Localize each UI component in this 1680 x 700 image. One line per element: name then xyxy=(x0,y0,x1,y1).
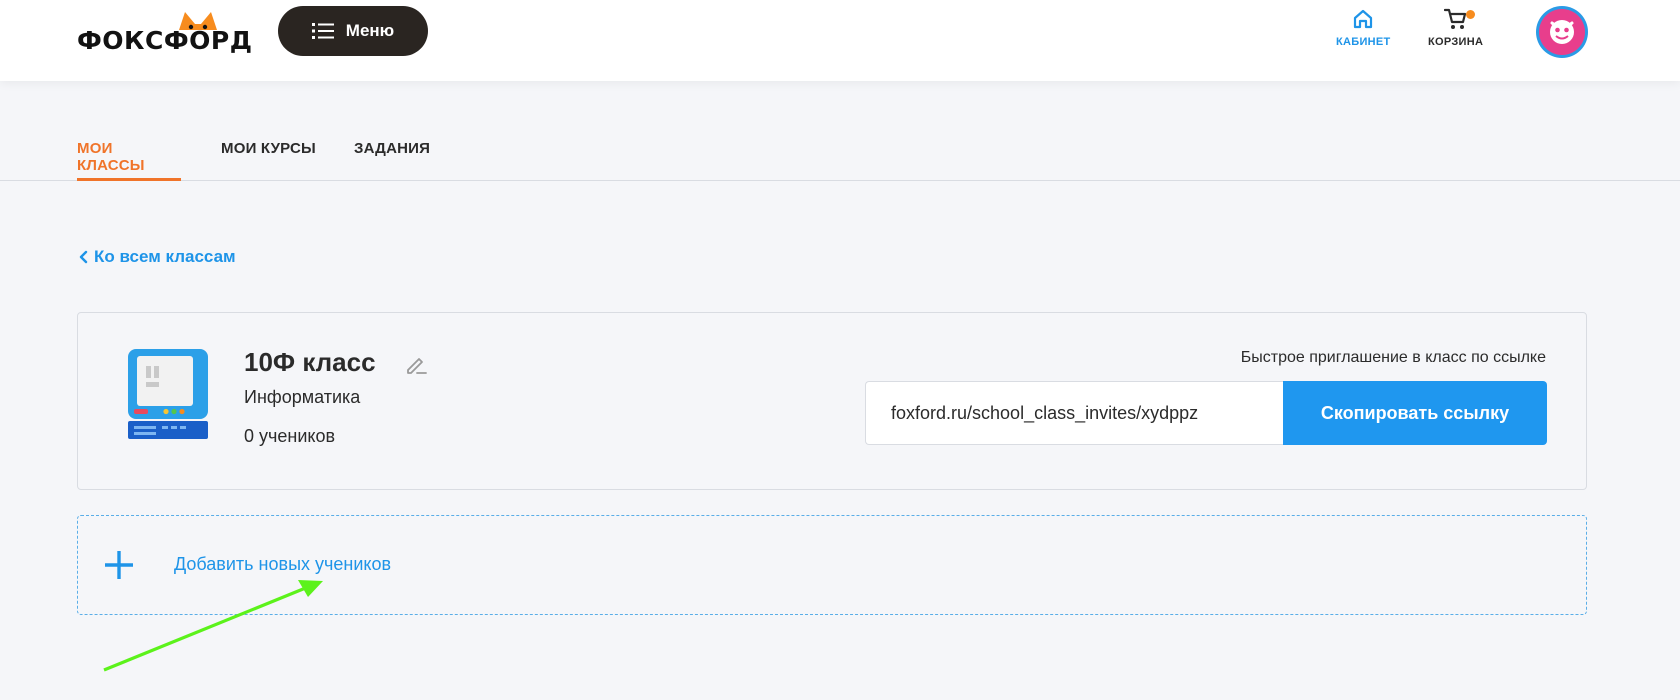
class-title: 10Ф класс xyxy=(244,347,376,377)
avatar-character-icon xyxy=(1550,20,1574,44)
invite-link-input[interactable] xyxy=(865,381,1284,445)
logo-text: ФОКСФОРД xyxy=(77,26,253,55)
chevron-left-icon xyxy=(79,250,88,264)
tab-assignments[interactable]: ЗАДАНИЯ xyxy=(354,140,430,181)
back-to-classes-link[interactable]: Ко всем классам xyxy=(78,247,236,267)
foxford-logo[interactable]: ФОКСФОРД xyxy=(77,10,253,56)
pencil-icon[interactable] xyxy=(405,353,427,375)
plus-icon xyxy=(105,551,133,579)
cart-badge-dot xyxy=(1466,10,1476,19)
copy-link-button[interactable]: Скопировать ссылку xyxy=(1283,381,1547,445)
user-avatar[interactable] xyxy=(1536,6,1588,58)
top-header: ФОКСФОРД Меню КАБИНЕТ КОРЗИНА xyxy=(0,0,1680,81)
cart-icon xyxy=(1443,8,1466,29)
student-count: 0 учеников xyxy=(244,426,336,446)
tab-my-classes[interactable]: МОИ КЛАССЫ xyxy=(77,140,181,181)
nav-cabinet-label: КАБИНЕТ xyxy=(1336,36,1391,48)
nav-cabinet[interactable]: КАБИНЕТ xyxy=(1336,8,1391,48)
menu-button[interactable]: Меню xyxy=(278,6,428,56)
nav-cart-label: КОРЗИНА xyxy=(1428,36,1484,48)
tabs-bar: МОИ КЛАССЫ МОИ КУРСЫ ЗАДАНИЯ xyxy=(0,126,1680,181)
tab-my-courses[interactable]: МОИ КУРСЫ xyxy=(221,140,316,181)
back-link-label: Ко всем классам xyxy=(94,247,236,266)
class-card: 10Ф класс Информатика 0 учеников Быстрое… xyxy=(77,312,1587,490)
add-students-label: Добавить новых учеников xyxy=(174,554,392,574)
nav-cart[interactable]: КОРЗИНА xyxy=(1428,8,1483,48)
menu-label: Меню xyxy=(345,21,395,40)
home-icon xyxy=(1354,9,1373,29)
computer-icon xyxy=(128,349,208,439)
add-students-button[interactable]: Добавить новых учеников xyxy=(77,515,1587,615)
class-subject: Информатика xyxy=(244,387,361,407)
invite-label: Быстрое приглашение в класс по ссылке xyxy=(1240,349,1546,366)
list-icon xyxy=(311,23,334,39)
